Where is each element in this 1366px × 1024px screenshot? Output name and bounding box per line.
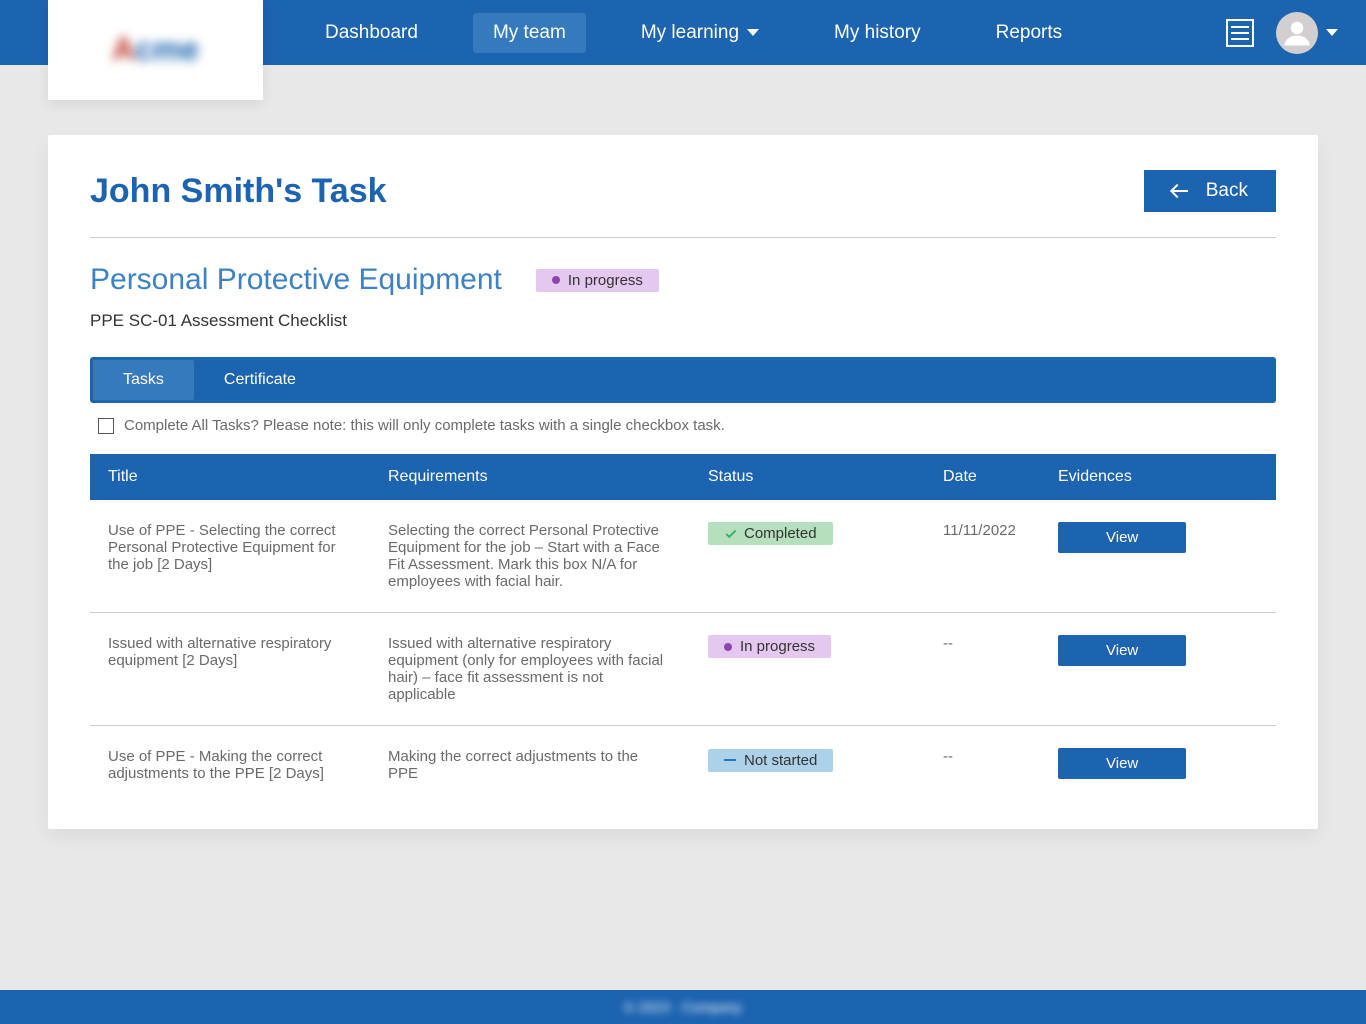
status-label: In progress [568, 272, 643, 289]
tab-tasks[interactable]: Tasks [93, 360, 194, 400]
checklist-name: PPE SC-01 Assessment Checklist [90, 311, 1276, 331]
chevron-down-icon [747, 29, 759, 36]
complete-all-label: Complete All Tasks? Please note: this wi… [124, 417, 725, 434]
row-title: Use of PPE - Making the correct adjustme… [90, 726, 370, 805]
avatar-icon [1276, 12, 1318, 54]
menu-icon[interactable] [1226, 19, 1254, 47]
view-button[interactable]: View [1058, 748, 1186, 779]
tabs-bar: TasksCertificate [90, 357, 1276, 403]
row-requirements: Selecting the correct Personal Protectiv… [370, 500, 690, 613]
row-date: -- [925, 726, 1040, 805]
chevron-down-icon [1326, 29, 1338, 36]
table-row: Use of PPE - Selecting the correct Perso… [90, 500, 1276, 613]
nav-label: Dashboard [325, 22, 418, 44]
row-title: Use of PPE - Selecting the correct Perso… [90, 500, 370, 613]
status-badge-notstarted: Not started [708, 749, 833, 772]
tab-certificate[interactable]: Certificate [194, 360, 326, 400]
column-evidences: Evidences [1040, 454, 1276, 500]
status-dot-icon [552, 276, 560, 284]
nav-item-reports[interactable]: Reports [976, 13, 1083, 53]
status-badge-completed: Completed [708, 522, 833, 545]
row-status: In progress [690, 613, 925, 726]
status-badge: In progress [536, 269, 659, 292]
row-date: -- [925, 613, 1040, 726]
nav-label: My learning [641, 22, 739, 44]
page-title: John Smith's Task [90, 172, 387, 211]
check-icon [724, 527, 738, 541]
nav-item-dashboard[interactable]: Dashboard [305, 13, 438, 53]
logo[interactable]: Acme [48, 0, 263, 100]
main-content: John Smith's Task Back Personal Protecti… [48, 135, 1318, 829]
back-button[interactable]: Back [1144, 170, 1276, 212]
complete-all-checkbox[interactable] [98, 418, 114, 434]
column-title: Title [90, 454, 370, 500]
row-status: Completed [690, 500, 925, 613]
section-title: Personal Protective Equipment [90, 263, 502, 297]
dash-icon [724, 759, 736, 761]
top-nav-bar: Acme DashboardMy teamMy learningMy histo… [0, 0, 1366, 65]
row-requirements: Issued with alternative respiratory equi… [370, 613, 690, 726]
table-row: Use of PPE - Making the correct adjustme… [90, 726, 1276, 805]
row-evidences: View [1040, 500, 1276, 613]
main-nav: Dashboard My team My learning My history Rep… [305, 13, 1082, 53]
column-date: Date [925, 454, 1040, 500]
nav-item-my-team[interactable]: My team [473, 13, 586, 53]
tasks-table: TitleRequirementsStatusDateEvidences Use… [90, 454, 1276, 804]
table-row: Issued with alternative respiratory equi… [90, 613, 1276, 726]
nav-item-my-learning[interactable]: My learning [621, 13, 779, 53]
complete-all-row: Complete All Tasks? Please note: this wi… [90, 403, 1276, 448]
row-title: Issued with alternative respiratory equi… [90, 613, 370, 726]
arrow-left-icon [1172, 190, 1188, 192]
status-badge-progress: In progress [708, 635, 831, 658]
row-evidences: View [1040, 613, 1276, 726]
view-button[interactable]: View [1058, 635, 1186, 666]
back-label: Back [1206, 180, 1248, 202]
footer: © 2023 · Company [0, 990, 1366, 1024]
row-status: Not started [690, 726, 925, 805]
column-requirements: Requirements [370, 454, 690, 500]
nav-label: My history [834, 22, 921, 44]
nav-item-my-history[interactable]: My history [814, 13, 941, 53]
nav-label: Reports [996, 22, 1063, 44]
footer-text: © 2023 · Company [624, 999, 742, 1015]
user-menu[interactable] [1276, 12, 1338, 54]
nav-label: My team [493, 22, 566, 44]
status-dot-icon [724, 643, 732, 651]
row-requirements: Making the correct adjustments to the PP… [370, 726, 690, 805]
row-evidences: View [1040, 726, 1276, 805]
view-button[interactable]: View [1058, 522, 1186, 553]
column-status: Status [690, 454, 925, 500]
row-date: 11/11/2022 [925, 500, 1040, 613]
